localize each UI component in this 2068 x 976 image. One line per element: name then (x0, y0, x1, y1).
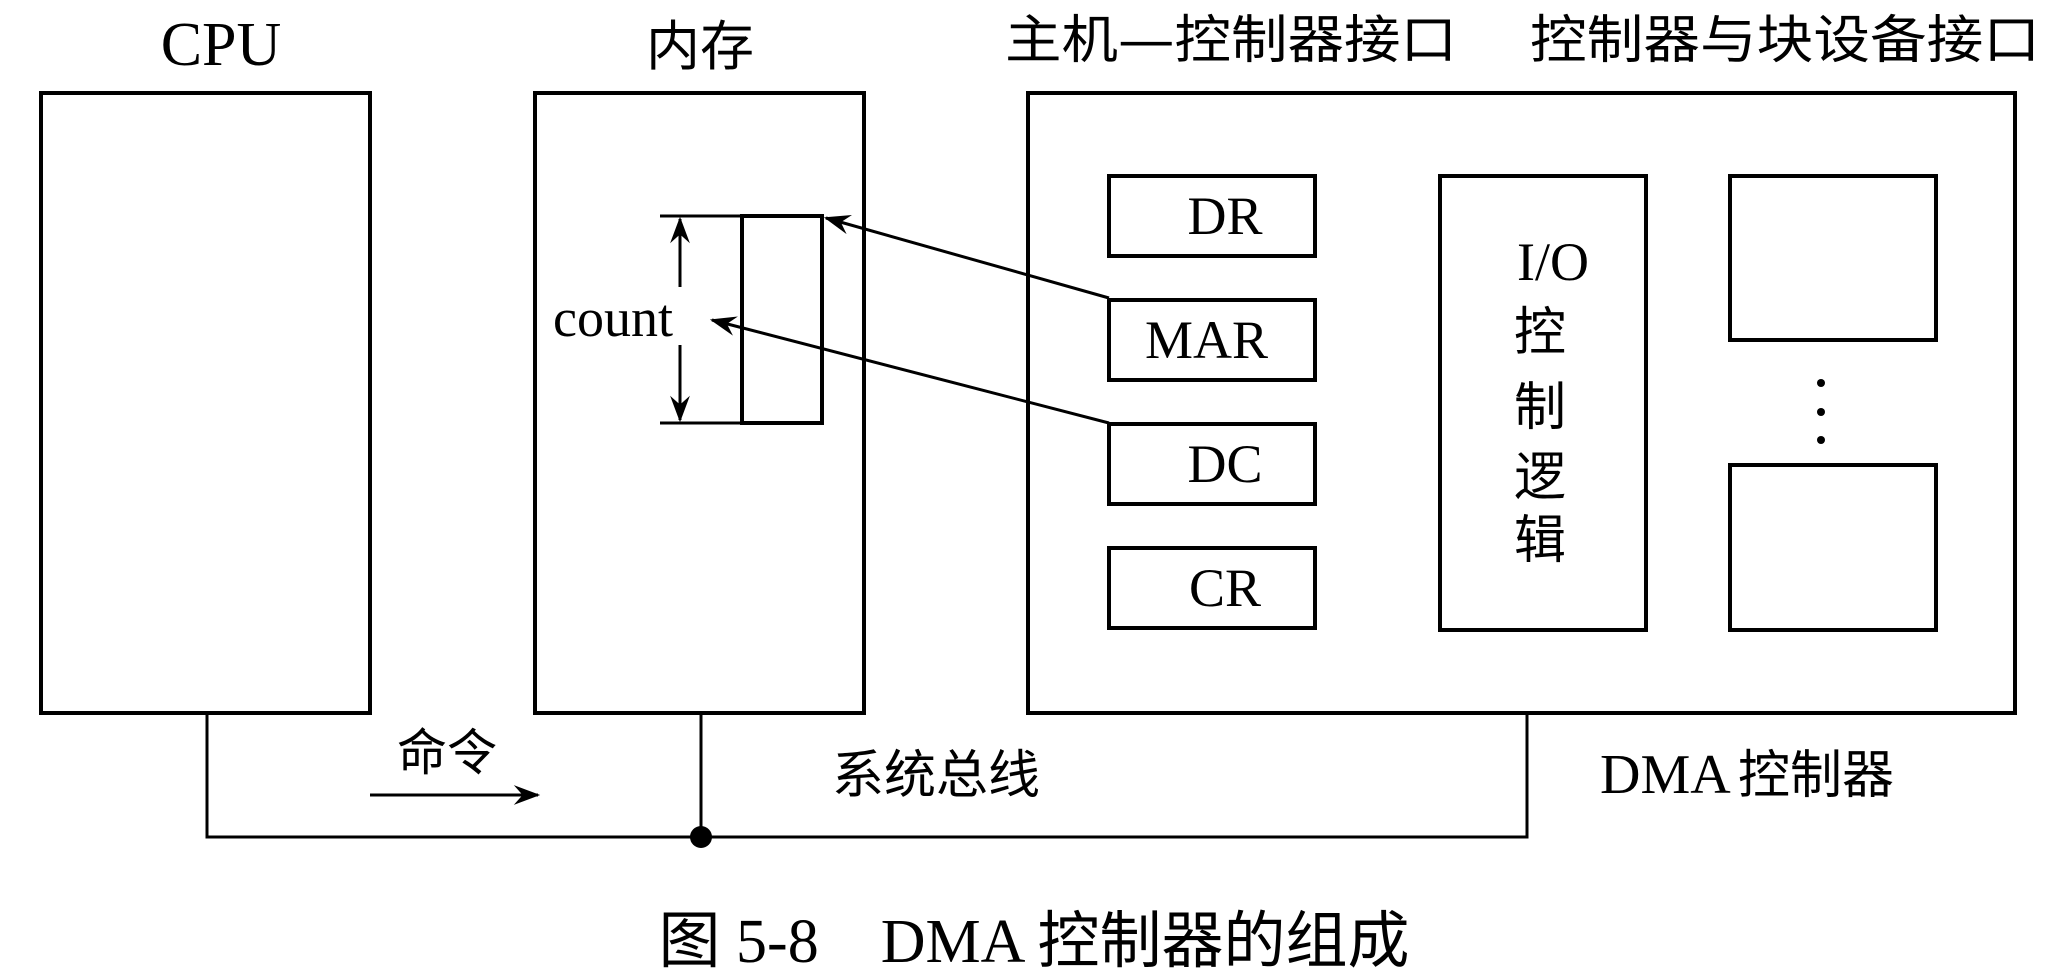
dma-label: DMA (1600, 744, 1731, 806)
controller-label: 控制器 (1738, 746, 1894, 806)
memory-buffer-region (740, 214, 824, 425)
mar-to-memory-arrow (823, 215, 1110, 300)
mar-register-label: MAR (1145, 310, 1268, 370)
command-label: 命令 (397, 724, 497, 782)
host-interface-label: 主机—控制器接口 (1005, 11, 1457, 71)
memory-label: 内存 (646, 15, 754, 78)
cpu-label: CPU (161, 11, 282, 79)
ellipsis-dot (1817, 379, 1825, 387)
ellipsis-dot (1817, 408, 1825, 416)
device-register-bottom (1728, 463, 1938, 632)
bus-junction-dot (690, 826, 712, 848)
io-logic-line-2: 控 (1514, 303, 1566, 363)
dr-register-label: DR (1187, 186, 1262, 246)
io-logic-line-3: 制 (1514, 378, 1566, 438)
dma-controller-diagram: CPU 内存 主机—控制器接口 控制器与块设备接口 count DR MAR D… (39, 11, 2040, 976)
figure-caption: 图 5-8 DMA 控制器的组成 (659, 908, 1410, 976)
device-register-top (1728, 174, 1938, 342)
dc-to-count-arrow (709, 316, 1110, 425)
count-label: count (553, 288, 673, 348)
cr-register-label: CR (1189, 558, 1261, 618)
device-interface-label: 控制器与块设备接口 (1530, 11, 2040, 71)
memory-box (533, 91, 866, 715)
dc-register-label: DC (1187, 434, 1262, 494)
io-logic-line-1: I/O (1517, 232, 1589, 292)
ellipsis-dot (1817, 436, 1825, 444)
io-logic-line-5: 辑 (1514, 511, 1566, 571)
cpu-box (39, 91, 372, 715)
io-logic-line-4: 逻 (1514, 448, 1566, 508)
system-bus-label: 系统总线 (832, 746, 1040, 806)
